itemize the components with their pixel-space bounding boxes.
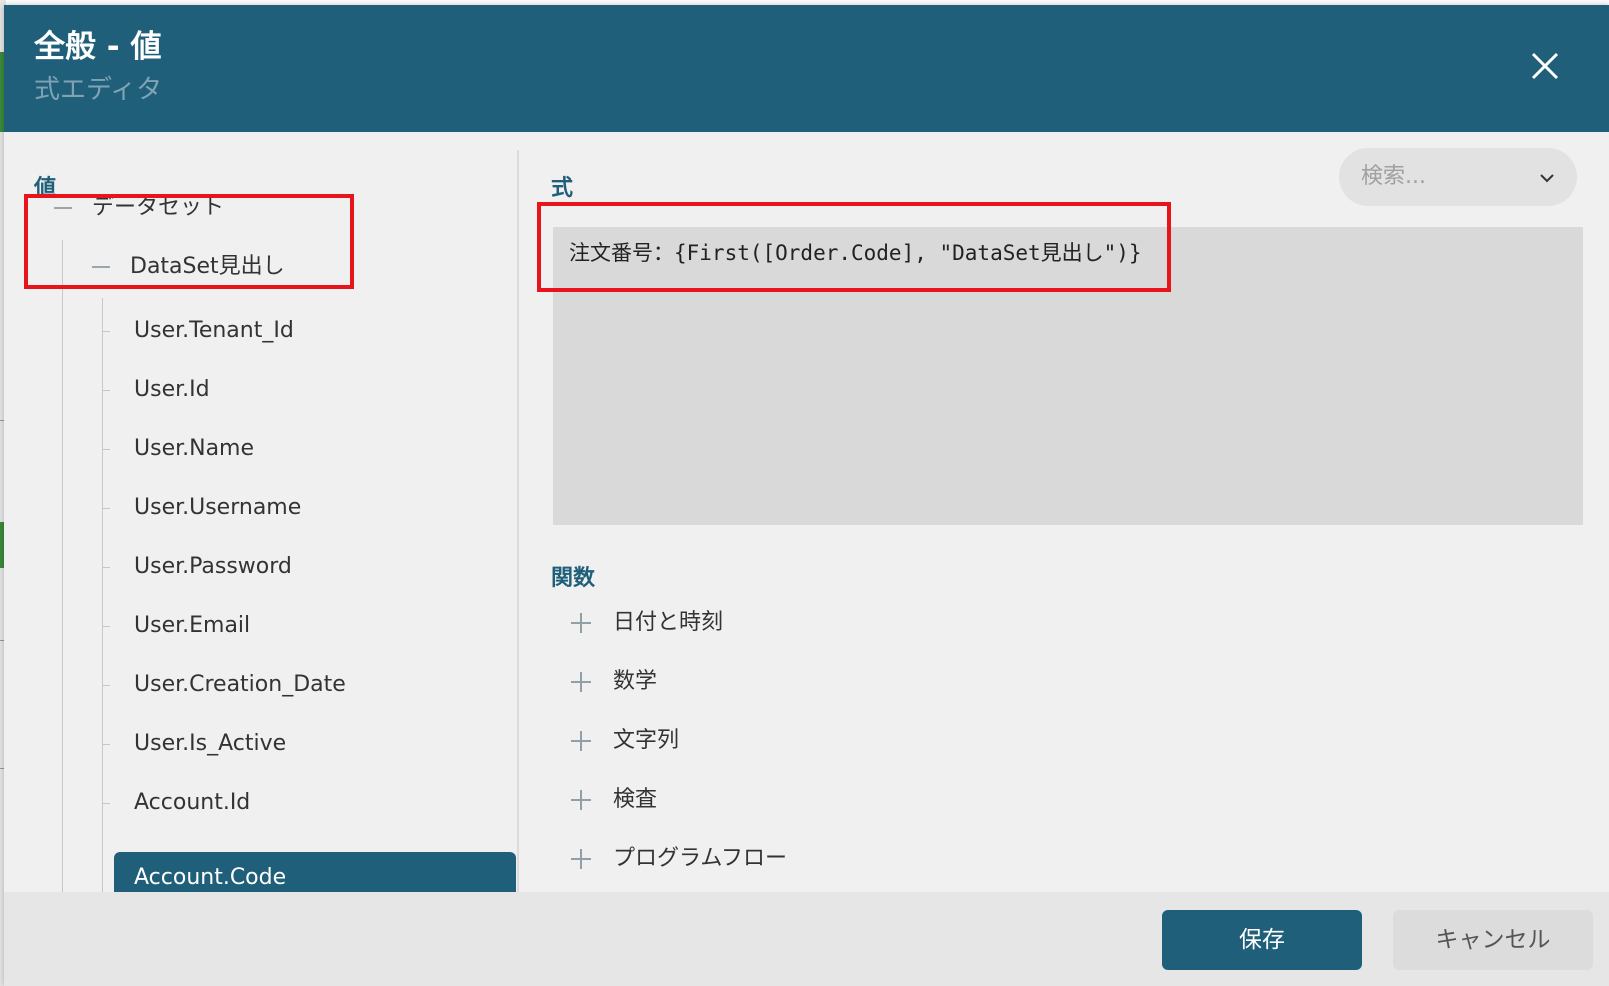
tree-tick <box>102 744 110 745</box>
close-button[interactable] <box>1522 43 1568 89</box>
tree-tick <box>102 508 110 509</box>
close-icon <box>1531 52 1559 80</box>
highlight-box <box>537 202 1171 292</box>
expression-section-label: 式 <box>551 176 574 201</box>
function-group-label: 日付と時刻 <box>613 610 724 635</box>
dialog-header: 全般 - 値 式エディタ <box>4 5 1609 132</box>
tree-leaf-item[interactable]: User.Name <box>134 434 254 464</box>
tree-leaf-item[interactable]: User.Is_Active <box>134 729 286 759</box>
tree-leaf-item[interactable]: User.Id <box>134 375 210 405</box>
chevron-down-icon <box>1540 174 1554 183</box>
expression-editor-dialog: 全般 - 値 式エディタ 値 データセット DataSet見出し User.Te… <box>4 5 1609 986</box>
function-group-label: 検査 <box>613 787 658 812</box>
panel-divider <box>517 150 519 897</box>
dialog-footer <box>4 892 1609 986</box>
tree-tick <box>102 626 110 627</box>
tree-tick <box>102 685 110 686</box>
tree-leaf-item[interactable]: User.Password <box>134 552 292 582</box>
tree-leaf-item[interactable]: User.Email <box>134 611 250 641</box>
highlight-box <box>24 194 354 289</box>
dialog-title: 全般 - 値 <box>34 29 162 65</box>
tree-leaf-item[interactable]: User.Username <box>134 493 301 523</box>
plus-icon <box>571 672 591 692</box>
tree-tick <box>102 331 110 332</box>
dialog-subtitle: 式エディタ <box>34 75 163 105</box>
tree-leaf-item[interactable]: Account.Id <box>134 788 250 818</box>
tree-tick <box>102 390 110 391</box>
tree-tick <box>102 803 110 804</box>
search-placeholder: 検索... <box>1361 164 1426 189</box>
tree-tick <box>102 449 110 450</box>
function-group-label: プログラムフロー <box>613 846 788 871</box>
tree-guide-line <box>62 240 63 897</box>
cancel-button[interactable]: キャンセル <box>1393 910 1593 970</box>
tree-leaf-selected-label: Account.Code <box>134 865 287 890</box>
functions-section-label: 関数 <box>551 566 596 591</box>
function-search-dropdown[interactable]: 検索... <box>1339 148 1577 206</box>
tree-leaf-item[interactable]: User.Tenant_Id <box>134 316 294 346</box>
function-group-label: 数学 <box>613 669 658 694</box>
plus-icon <box>571 731 591 751</box>
plus-icon <box>571 613 591 633</box>
tree-leaf-item[interactable]: User.Creation_Date <box>134 670 346 700</box>
tree-guide-line <box>102 298 103 897</box>
plus-icon <box>571 790 591 810</box>
save-button[interactable]: 保存 <box>1162 910 1362 970</box>
tree-tick <box>102 567 110 568</box>
function-group-label: 文字列 <box>613 728 680 753</box>
plus-icon <box>571 849 591 869</box>
